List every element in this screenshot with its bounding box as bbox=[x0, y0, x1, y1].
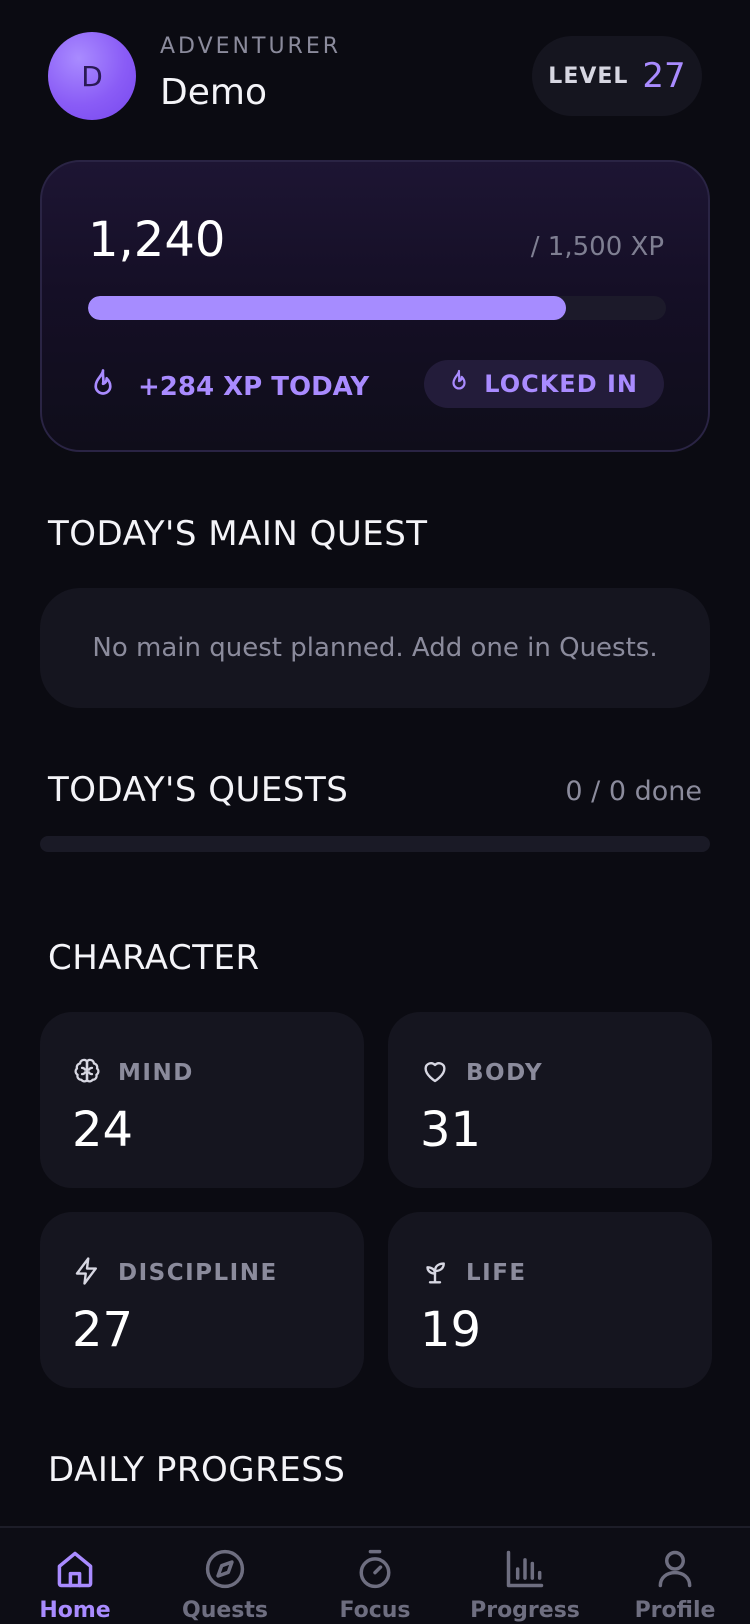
stopwatch-icon bbox=[353, 1546, 397, 1592]
level-label: LEVEL bbox=[548, 63, 629, 89]
stat-label: DISCIPLINE bbox=[118, 1260, 278, 1286]
stat-value: 31 bbox=[420, 1102, 482, 1158]
status-badge: LOCKED IN bbox=[424, 360, 664, 408]
flame-icon bbox=[88, 368, 118, 406]
stat-value: 27 bbox=[72, 1302, 134, 1358]
main-quest-empty-card[interactable]: No main quest planned. Add one in Quests… bbox=[40, 588, 710, 708]
bottom-nav: Home Quests Focus Progress Profile bbox=[0, 1526, 750, 1624]
nav-item-home[interactable]: Home bbox=[0, 1528, 150, 1624]
stat-value: 24 bbox=[72, 1102, 134, 1158]
quests-title: TODAY'S QUESTS bbox=[48, 770, 349, 810]
bar-chart-icon bbox=[503, 1546, 547, 1592]
brain-icon bbox=[72, 1056, 102, 1090]
stat-card-body[interactable]: BODY 31 bbox=[388, 1012, 712, 1188]
xp-total: / 1,500 XP bbox=[530, 232, 664, 262]
avatar[interactable]: D bbox=[48, 32, 136, 120]
xp-progress-bar bbox=[88, 296, 666, 320]
stat-card-mind[interactable]: MIND 24 bbox=[40, 1012, 364, 1188]
nav-label: Focus bbox=[339, 1598, 411, 1623]
avatar-initial: D bbox=[81, 59, 103, 93]
daily-progress-title: DAILY PROGRESS bbox=[48, 1450, 346, 1490]
xp-card: 1,240 / 1,500 XP +284 XP TODAY LOCKED IN bbox=[40, 160, 710, 452]
level-badge: LEVEL 27 bbox=[532, 36, 702, 116]
nav-item-quests[interactable]: Quests bbox=[150, 1528, 300, 1624]
main-quest-empty-message: No main quest planned. Add one in Quests… bbox=[92, 633, 658, 663]
nav-item-progress[interactable]: Progress bbox=[450, 1528, 600, 1624]
xp-today: +284 XP TODAY bbox=[88, 368, 369, 406]
stat-card-life[interactable]: LIFE 19 bbox=[388, 1212, 712, 1388]
nav-label: Home bbox=[39, 1598, 111, 1623]
nav-item-profile[interactable]: Profile bbox=[600, 1528, 750, 1624]
user-role: ADVENTURER bbox=[160, 34, 342, 59]
xp-today-text: +284 XP TODAY bbox=[138, 372, 370, 402]
quests-count: 0 / 0 done bbox=[565, 776, 702, 807]
lightning-icon bbox=[72, 1256, 102, 1290]
stat-card-discipline[interactable]: DISCIPLINE 27 bbox=[40, 1212, 364, 1388]
home-icon bbox=[53, 1546, 97, 1592]
main-quest-title: TODAY'S MAIN QUEST bbox=[48, 514, 428, 554]
xp-current: 1,240 bbox=[88, 212, 226, 268]
stat-label: BODY bbox=[466, 1060, 544, 1086]
compass-icon bbox=[203, 1546, 247, 1592]
heart-icon bbox=[420, 1056, 450, 1090]
stat-label: LIFE bbox=[466, 1260, 527, 1286]
nav-label: Progress bbox=[470, 1598, 580, 1623]
stat-value: 19 bbox=[420, 1302, 482, 1358]
stat-label: MIND bbox=[118, 1060, 194, 1086]
status-badge-label: LOCKED IN bbox=[484, 370, 638, 398]
nav-label: Quests bbox=[182, 1598, 268, 1623]
nav-label: Profile bbox=[634, 1598, 716, 1623]
xp-progress-fill bbox=[88, 296, 566, 320]
sprout-icon bbox=[420, 1256, 450, 1290]
username: Demo bbox=[160, 72, 267, 113]
flame-icon bbox=[448, 369, 470, 399]
user-icon bbox=[653, 1546, 697, 1592]
home-screen: D ADVENTURER Demo LEVEL 27 1,240 / 1,500… bbox=[0, 0, 750, 1624]
level-value: 27 bbox=[642, 56, 686, 96]
nav-item-focus[interactable]: Focus bbox=[300, 1528, 450, 1624]
character-title: CHARACTER bbox=[48, 938, 260, 978]
quests-progress-bar bbox=[40, 836, 710, 852]
